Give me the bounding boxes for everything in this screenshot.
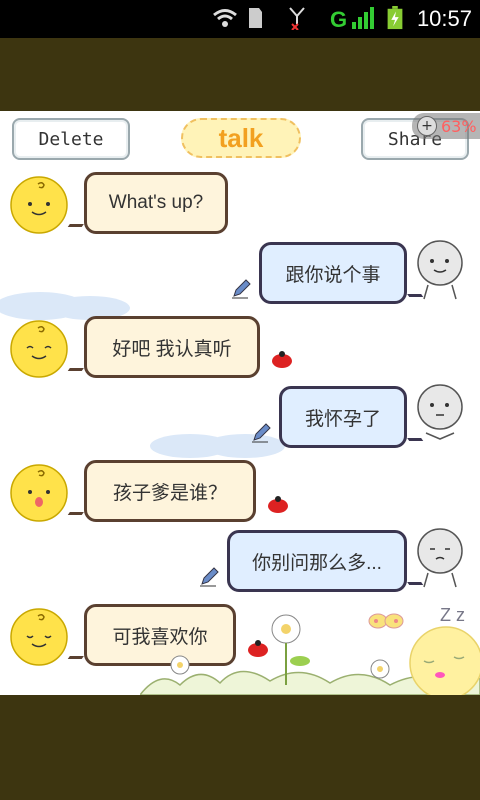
no-signal-icon: [289, 7, 305, 30]
ladybug-icon: [268, 496, 288, 513]
bottom-banner-area: [0, 695, 480, 800]
doodle-avatar-icon: [417, 240, 463, 300]
zoom-indicator[interactable]: + 63%: [412, 113, 480, 139]
message-bubble-received[interactable]: 孩子爹是谁？: [84, 460, 256, 522]
chat-panel: Delete talk Share + 63% What's up? 跟你说个事…: [0, 111, 480, 695]
zoom-in-icon: +: [417, 116, 437, 136]
ladybug-icon: [272, 351, 292, 368]
pencil-icon: [252, 423, 271, 443]
status-bar: G 10:57: [0, 0, 480, 38]
sleeping-sun-icon: [409, 626, 480, 695]
battery-charging-icon: [387, 6, 403, 30]
zoom-level: 63%: [441, 116, 477, 136]
chick-avatar-icon: [10, 176, 68, 234]
talk-logo: talk: [181, 118, 301, 158]
clock: 10:57: [416, 6, 472, 31]
pencil-icon: [232, 279, 251, 299]
message-bubble-sent[interactable]: 我怀孕了: [279, 386, 407, 448]
message-bubble-sent[interactable]: 你别问那么多...: [227, 530, 407, 592]
wifi-icon: [213, 9, 237, 27]
chick-avatar-icon: [10, 608, 68, 666]
message-bubble-received[interactable]: 好吧 我认真听: [84, 316, 260, 378]
flower-icon: [170, 655, 190, 675]
delete-button[interactable]: Delete: [12, 118, 130, 160]
message-bubble-sent[interactable]: 跟你说个事: [259, 242, 407, 304]
flower-icon: [370, 659, 390, 679]
chick-avatar-icon: [10, 464, 68, 522]
doodle-avatar-icon: [417, 384, 463, 440]
doodle-avatar-icon: [417, 528, 463, 588]
pencil-icon: [200, 567, 219, 587]
sd-card-icon: [249, 8, 262, 28]
flower-meadow-decoration: Z z: [140, 605, 480, 695]
svg-text:G: G: [330, 7, 347, 30]
chick-avatar-icon: [10, 320, 68, 378]
butterfly-icon: [368, 613, 404, 629]
sleep-text: Z z: [440, 605, 465, 625]
g-signal-icon: G: [330, 7, 374, 30]
message-bubble-received[interactable]: What's up?: [84, 172, 228, 234]
top-banner-area: [0, 38, 480, 111]
